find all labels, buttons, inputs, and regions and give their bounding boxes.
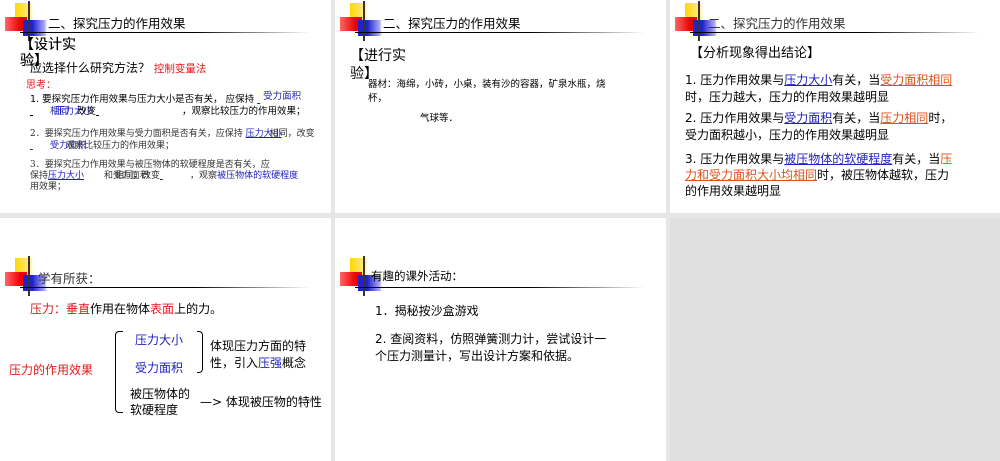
slide-thumbnail-1[interactable]: 二、探究压力的作用效果 【设计实验】 【设计实 验】 应选择什么研究方法？ 控制… [0, 0, 331, 213]
title-divider [690, 32, 980, 33]
q1-line2: 相同压力大小改变 ，观察比较压力的作用效果； [50, 106, 306, 117]
think-label: 思考： [26, 80, 56, 91]
slide-thumbnail-2[interactable]: 二、探究压力的作用效果 【进行实 验】 器材：海绵，小砖，小桌，装有沙的容器，矿… [335, 0, 666, 213]
answer-text: 控制变量法 [153, 63, 207, 75]
title-divider [20, 32, 310, 33]
title-divider [355, 287, 645, 288]
slide-logo-icon [5, 1, 47, 41]
note-hardness: —> 体现被压物的特性 [200, 395, 322, 409]
activity-1: 1．揭秘按沙盒游戏 [375, 304, 479, 318]
slide-title: 二、探究压力的作用效果 [383, 16, 521, 31]
slide-title: 学有所获： [38, 271, 101, 286]
slide-thumbnail-4[interactable]: 学有所获： 压力：垂直作用在物体表面上的力。 压力的作用效果 压力大小 受力面积… [0, 218, 331, 461]
slide-logo-icon [340, 1, 382, 41]
materials-line2: 杯， [368, 93, 388, 104]
conclusion-3: 3. 压力作用效果与被压物体的软硬程度有关，当压 力和受力面积大小均相同时，被压物… [685, 152, 953, 198]
conclusion-2: 2. 压力作用效果与受力面积有关，当压力相同时， 受力面积越小，压力的作用效果越明… [685, 111, 953, 142]
right-brace [197, 331, 203, 373]
note-pressure: 体现压力方面的特 性，引入压强概念 [210, 339, 307, 370]
branch-pressure-size: 压力大小 [135, 333, 184, 347]
slide-title: 有趣的课外活动： [371, 269, 463, 283]
slide-title: 二、探究压力的作用效果 [48, 16, 186, 31]
slide-thumbnail-3[interactable]: 二、探究压力的作用效果 【分析现象得出结论】 1. 压力作用效果与压力大小有关，… [670, 0, 1000, 213]
empty-sorter-area [670, 218, 1000, 461]
slide-title: 二、探究压力的作用效果 [708, 16, 846, 31]
materials-line1: 器材：海绵，小砖，小桌，装有沙的容器，矿泉水瓶，烧 [368, 79, 606, 90]
conclusion-1: 1. 压力作用效果与压力大小有关，当受力面积相同 时，压力越大，压力的作用效果越明… [685, 73, 953, 104]
effects-root-label: 压力的作用效果 [9, 363, 94, 377]
conclusion-heading: 【分析现象得出结论】 [690, 46, 821, 61]
q3-blank2: 被压物体的软硬程度 [217, 171, 299, 181]
branch-hardness: 被压物体的 软硬程度 [130, 387, 191, 417]
pressure-definition: 压力：垂直作用在物体表面上的力。 [30, 302, 223, 316]
heading-line1: 【设计实 [20, 37, 76, 53]
left-brace [115, 331, 123, 413]
q2-line2: 受力面积观察比较压力的作用效果； [50, 141, 175, 151]
method-question: 应选择什么研究方法？ 控制变量法 [30, 59, 206, 76]
slide-thumbnail-5[interactable]: 有趣的课外活动： 1．揭秘按沙盒游戏 2. 查阅资料，仿照弹簧测力计，尝试设计一… [335, 218, 666, 461]
branch-contact-area: 受力面积 [135, 361, 184, 375]
activity-2: 2. 查阅资料，仿照弹簧测力计，尝试设计一 个压力测量计，写出设计方案和依据。 [375, 332, 607, 363]
title-divider [355, 32, 645, 33]
question-text: 应选择什么研究方法？ [30, 61, 151, 75]
title-divider [20, 287, 310, 288]
heading-line1: 【进行实 [350, 48, 406, 64]
q3-line2: 保持压力大小 和受力面积相同，改变 ，观察被压物体的软硬程度 [30, 168, 298, 181]
materials-line3: 气球等． [420, 113, 459, 124]
q3-line3: 用效果； [30, 182, 67, 192]
